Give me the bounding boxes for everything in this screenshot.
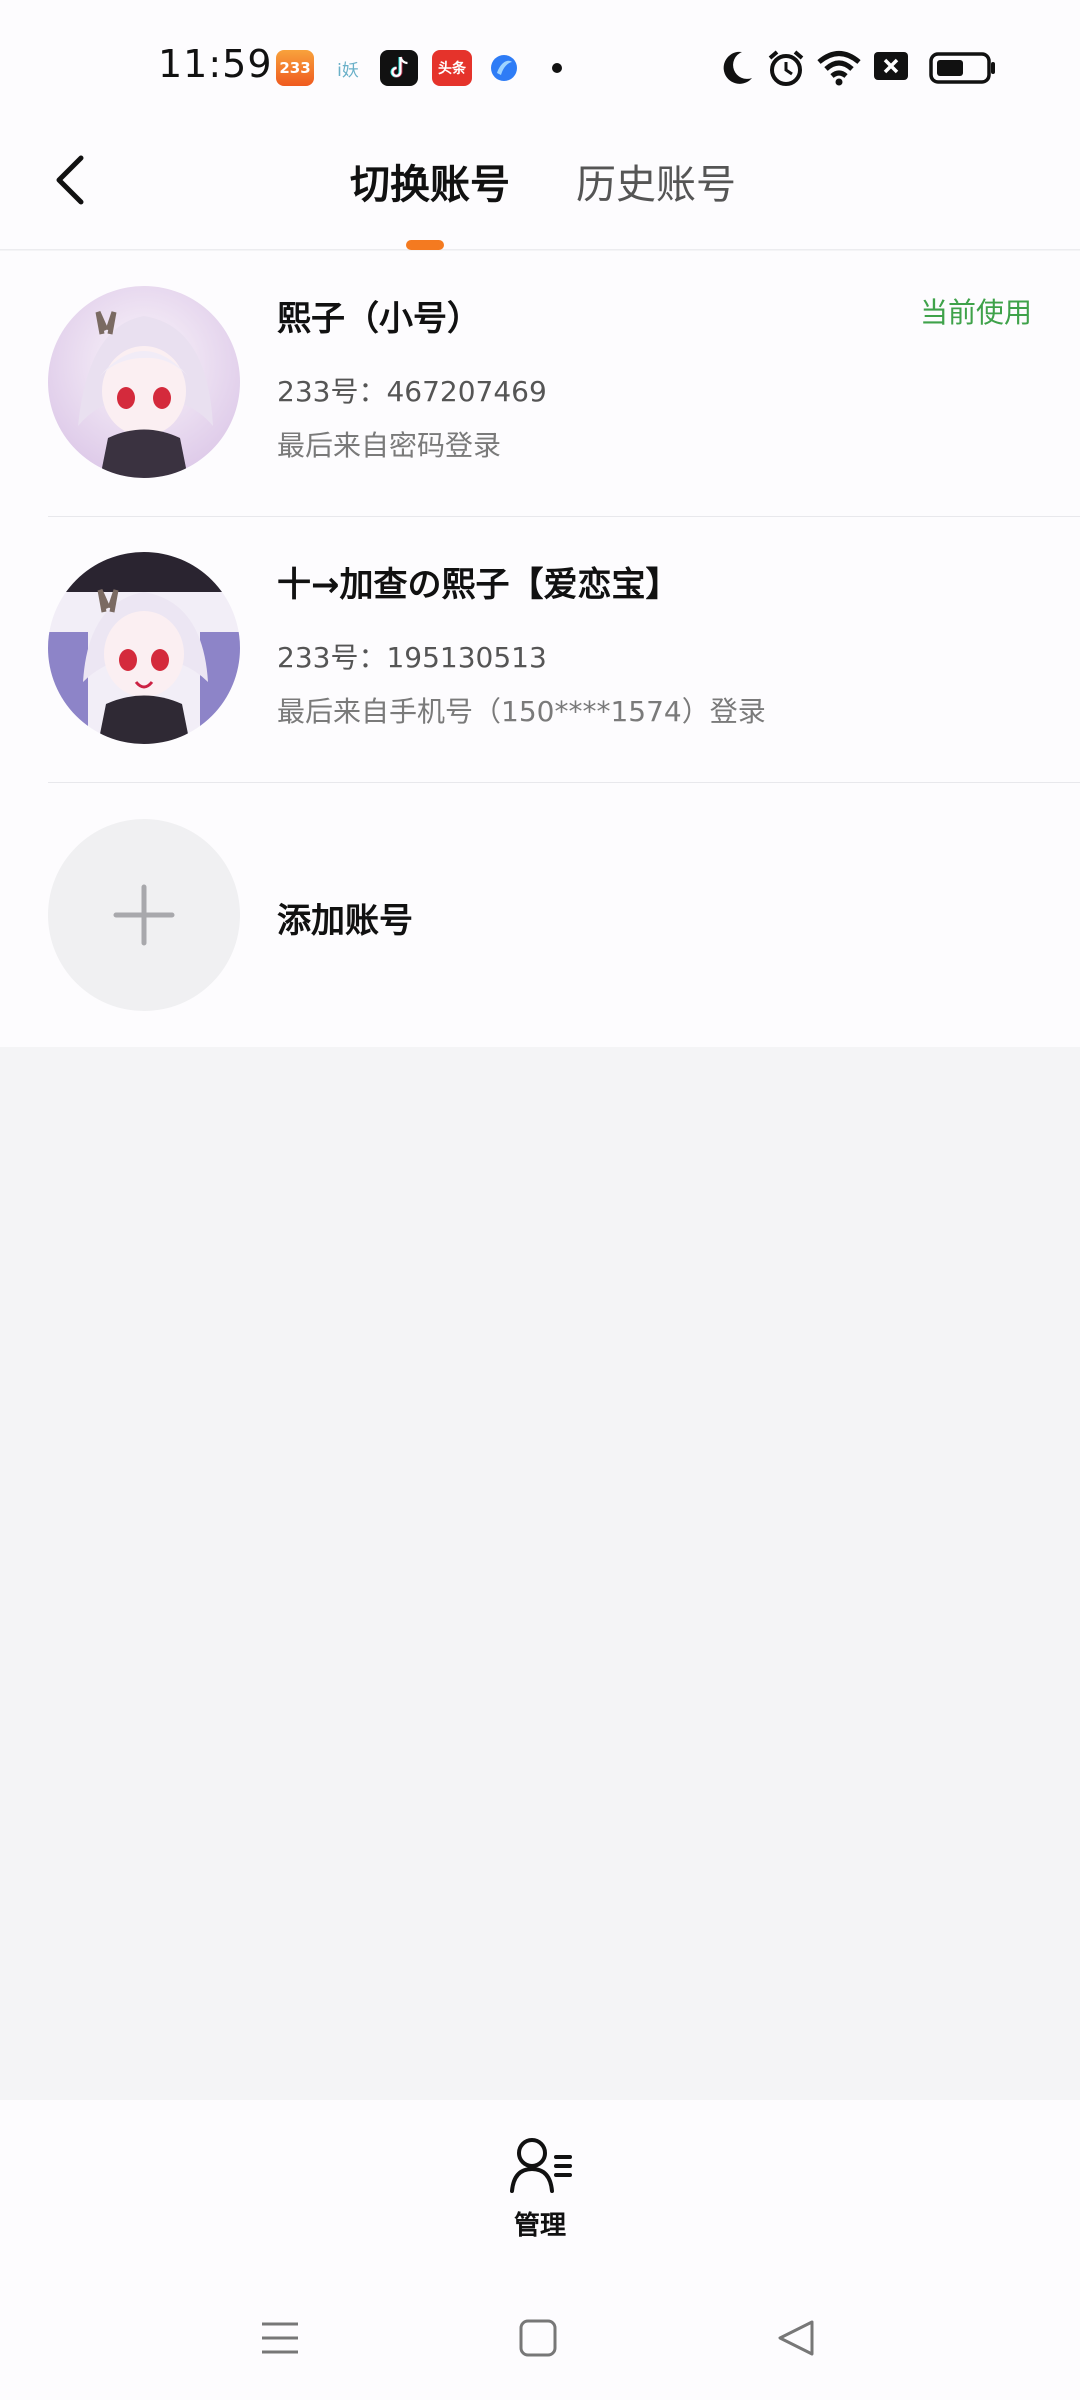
toutiao-notification-icon: 头条 <box>432 50 472 86</box>
active-tab-indicator <box>406 240 444 250</box>
back-button[interactable] <box>40 150 100 210</box>
manage-label: 管理 <box>513 2211 566 2241</box>
bottom-action-bar: 管理 <box>0 2100 1080 2270</box>
chevron-left-icon <box>56 155 84 205</box>
app-small-notification-icon: i妖 <box>337 60 359 81</box>
header: 切换账号 历史账号 <box>0 130 1080 250</box>
browser-notification-icon <box>485 50 523 86</box>
account-row[interactable]: 十→加查の熙子【爱恋宝】 233号：195130513 最后来自手机号（150*… <box>0 517 1080 782</box>
home-button[interactable] <box>508 2308 568 2368</box>
account-row[interactable]: 熙子（小号） 当前使用 233号：467207469 最后来自密码登录 <box>0 251 1080 516</box>
account-name: 十→加查の熙子【爱恋宝】 <box>277 565 680 605</box>
add-account-circle <box>48 819 240 1011</box>
system-navigation-bar <box>0 2270 1080 2400</box>
current-in-use-badge: 当前使用 <box>919 296 1032 329</box>
no-sim-icon <box>874 52 908 80</box>
tab-history-account[interactable]: 历史账号 <box>576 152 736 210</box>
recent-apps-button[interactable] <box>250 2308 310 2368</box>
account-name: 熙子（小号） <box>277 299 481 339</box>
status-bar: 11:59 233 i妖 头条 <box>0 0 1080 130</box>
avatar <box>48 286 240 478</box>
avatar <box>48 552 240 744</box>
more-notifications-dot-icon <box>547 50 567 86</box>
home-square-icon <box>519 2319 557 2357</box>
account-list: 熙子（小号） 当前使用 233号：467207469 最后来自密码登录 十→加查… <box>0 251 1080 1047</box>
plus-icon <box>113 884 175 946</box>
app-233-notification-icon: 233 <box>276 50 314 86</box>
user-manage-icon <box>510 2138 572 2193</box>
account-233-id: 233号：195130513 <box>277 641 547 674</box>
back-nav-button[interactable] <box>766 2308 826 2368</box>
back-triangle-icon <box>778 2320 814 2356</box>
manage-button[interactable]: 管理 <box>490 2135 590 2245</box>
alarm-icon <box>768 50 804 86</box>
menu-lines-icon <box>262 2322 298 2354</box>
do-not-disturb-moon-icon <box>723 51 752 84</box>
add-account-label: 添加账号 <box>277 901 413 941</box>
wifi-icon <box>817 51 861 86</box>
tiktok-icon <box>380 50 418 86</box>
tab-switch-account[interactable]: 切换账号 <box>350 152 510 210</box>
add-account-row[interactable]: 添加账号 <box>0 783 1080 1048</box>
account-last-login: 最后来自手机号（150****1574）登录 <box>277 695 766 728</box>
battery-icon <box>929 52 995 84</box>
status-time: 11:59 <box>158 42 273 86</box>
account-233-id: 233号：467207469 <box>277 375 547 408</box>
account-last-login: 最后来自密码登录 <box>277 429 502 462</box>
